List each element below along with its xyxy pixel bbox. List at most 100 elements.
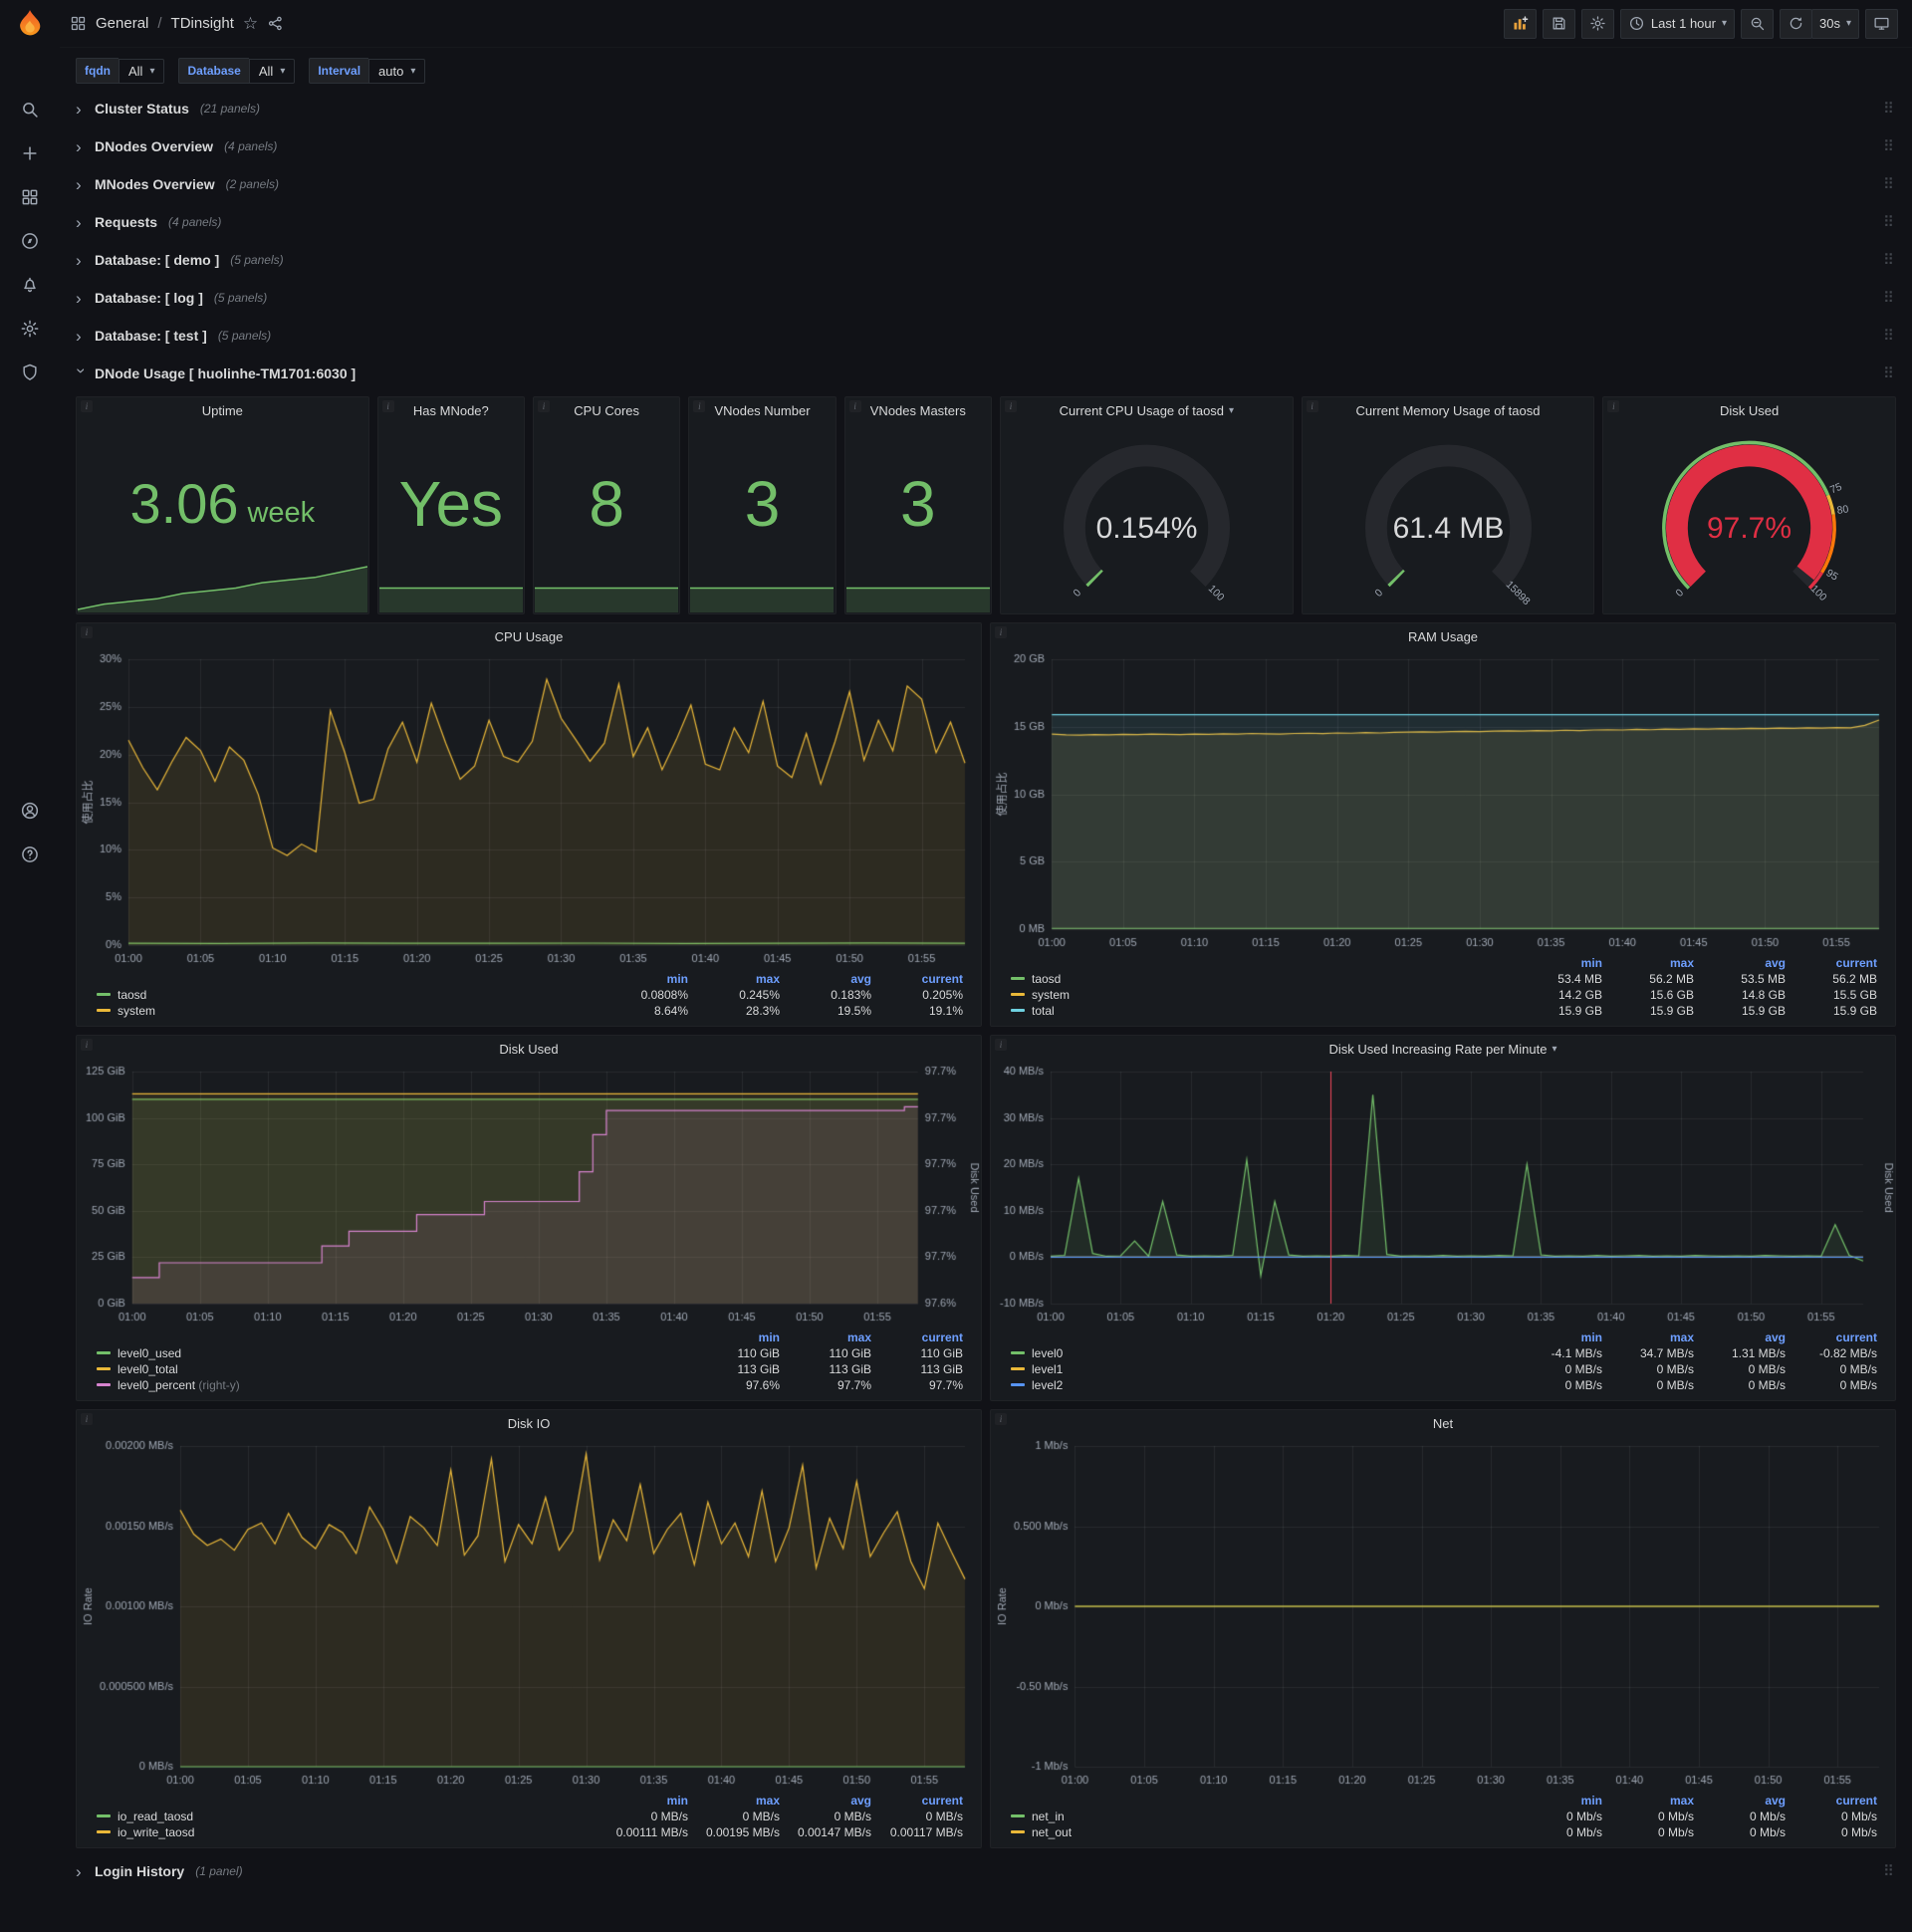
alerting-bell-icon[interactable]	[8, 266, 52, 304]
legend-column-header[interactable]: max	[1606, 955, 1698, 971]
legend-series[interactable]: level0_used 110 GiB 110 GiB 110 GiB	[97, 1345, 967, 1361]
favorite-star-icon[interactable]: ☆	[243, 14, 258, 34]
series-name[interactable]: net_out	[1032, 1825, 1072, 1839]
grafana-logo-icon[interactable]	[13, 8, 47, 45]
dashboard-settings-button[interactable]	[1580, 8, 1614, 39]
legend-column-header[interactable]: max	[692, 971, 784, 987]
panel-title[interactable]: Net	[991, 1410, 1895, 1436]
series-name[interactable]: io_write_taosd	[118, 1825, 194, 1839]
variable-interval[interactable]: Interval auto ▾	[309, 58, 426, 84]
panel-title[interactable]: Current CPU Usage of taosd ▾	[1001, 397, 1293, 423]
legend-column-header[interactable]: min	[1515, 1793, 1606, 1809]
legend-column-header[interactable]: avg	[1698, 1329, 1790, 1345]
row-requests[interactable]: › Requests (4 panels) ⠿	[76, 207, 1896, 237]
panel-info-icon[interactable]: i	[995, 1413, 1007, 1425]
legend-column-header[interactable]: min	[692, 1329, 784, 1345]
legend-series[interactable]: level0_percent (right-y) 97.6% 97.7% 97.7%	[97, 1377, 967, 1393]
panel-info-icon[interactable]: i	[693, 400, 706, 412]
drag-handle-icon[interactable]: ⠿	[1883, 213, 1894, 231]
legend-series[interactable]: level2 0 MB/s 0 MB/s 0 MB/s 0 MB/s	[1011, 1377, 1881, 1393]
legend-series[interactable]: net_out 0 Mb/s 0 Mb/s 0 Mb/s 0 Mb/s	[1011, 1824, 1881, 1840]
legend-column-header[interactable]: avg	[1698, 955, 1790, 971]
chart-canvas[interactable]	[77, 1062, 981, 1329]
variable-value-dropdown[interactable]: All ▾	[248, 58, 296, 84]
legend-column-header[interactable]: current	[1790, 1793, 1881, 1809]
dashboards-icon[interactable]	[8, 178, 52, 216]
user-avatar[interactable]	[8, 792, 52, 830]
legend-series[interactable]: level1 0 MB/s 0 MB/s 0 MB/s 0 MB/s	[1011, 1361, 1881, 1377]
variable-value-dropdown[interactable]: auto ▾	[368, 58, 426, 84]
series-name[interactable]: level0	[1032, 1346, 1063, 1360]
breadcrumb-page-title[interactable]: TDinsight	[171, 15, 234, 32]
legend-series[interactable]: level0_total 113 GiB 113 GiB 113 GiB	[97, 1361, 967, 1377]
legend-column-header[interactable]: max	[692, 1793, 784, 1809]
legend-column-header[interactable]: max	[1606, 1329, 1698, 1345]
legend-column-header[interactable]: max	[784, 1329, 875, 1345]
legend-series[interactable]: level0 -4.1 MB/s 34.7 MB/s 1.31 MB/s -0.82 M…	[1011, 1345, 1881, 1361]
cycle-view-button[interactable]	[1865, 8, 1898, 39]
panel-title[interactable]: CPU Usage	[77, 623, 981, 649]
panel-info-icon[interactable]: i	[538, 400, 550, 412]
legend-series[interactable]: system 14.2 GB 15.6 GB 14.8 GB 15.5 GB	[1011, 987, 1881, 1003]
drag-handle-icon[interactable]: ⠿	[1883, 100, 1894, 118]
panel-title[interactable]: VNodes Masters	[845, 397, 991, 423]
chart-canvas[interactable]	[991, 1062, 1895, 1329]
create-plus-icon[interactable]	[8, 134, 52, 172]
row-login-history[interactable]: › Login History (1 panel) ⠿	[76, 1856, 1896, 1886]
variable-value-dropdown[interactable]: All ▾	[119, 58, 165, 84]
panel-title[interactable]: CPU Cores	[534, 397, 679, 423]
panel-title[interactable]: Disk IO	[77, 1410, 981, 1436]
drag-handle-icon[interactable]: ⠿	[1883, 327, 1894, 345]
series-name[interactable]: system	[118, 1004, 155, 1018]
drag-handle-icon[interactable]: ⠿	[1883, 1862, 1894, 1880]
panel-info-icon[interactable]: i	[1607, 400, 1620, 412]
chart-canvas[interactable]	[77, 1436, 981, 1793]
row-database-demo[interactable]: › Database: [ demo ] (5 panels) ⠿	[76, 245, 1896, 275]
legend-column-header[interactable]: avg	[1698, 1793, 1790, 1809]
series-name[interactable]: level2	[1032, 1378, 1063, 1392]
panel-title[interactable]: Disk Used Increasing Rate per Minute ▾	[991, 1036, 1895, 1062]
legend-series[interactable]: taosd 53.4 MB 56.2 MB 53.5 MB 56.2 MB	[1011, 971, 1881, 987]
legend-column-header[interactable]: avg	[784, 971, 875, 987]
series-name[interactable]: total	[1032, 1004, 1055, 1018]
legend-series[interactable]: net_in 0 Mb/s 0 Mb/s 0 Mb/s 0 Mb/s	[1011, 1809, 1881, 1824]
legend-column-header[interactable]: max	[1606, 1793, 1698, 1809]
panel-info-icon[interactable]: i	[995, 626, 1007, 638]
legend-series[interactable]: total 15.9 GB 15.9 GB 15.9 GB 15.9 GB	[1011, 1003, 1881, 1019]
legend-column-header[interactable]: current	[875, 971, 967, 987]
panel-info-icon[interactable]: i	[381, 400, 394, 412]
panel-title[interactable]: VNodes Number	[689, 397, 835, 423]
legend-column-header[interactable]: current	[875, 1329, 967, 1345]
panel-info-icon[interactable]: i	[848, 400, 861, 412]
drag-handle-icon[interactable]: ⠿	[1883, 137, 1894, 155]
legend-column-header[interactable]: min	[600, 971, 692, 987]
panel-info-icon[interactable]: i	[81, 1039, 93, 1051]
breadcrumb-section[interactable]: General	[96, 15, 148, 32]
series-name[interactable]: system	[1032, 988, 1070, 1002]
chart-canvas[interactable]	[991, 1436, 1895, 1793]
panel-info-icon[interactable]: i	[995, 1039, 1007, 1051]
panel-title[interactable]: Disk Used	[77, 1036, 981, 1062]
drag-handle-icon[interactable]: ⠿	[1883, 251, 1894, 269]
drag-handle-icon[interactable]: ⠿	[1883, 289, 1894, 307]
row-database-log[interactable]: › Database: [ log ] (5 panels) ⠿	[76, 283, 1896, 313]
panel-title[interactable]: Uptime	[77, 397, 368, 423]
panel-info-icon[interactable]: i	[1004, 400, 1017, 412]
legend-series[interactable]: io_read_taosd 0 MB/s 0 MB/s 0 MB/s 0 MB/s	[97, 1809, 967, 1824]
save-dashboard-button[interactable]	[1542, 8, 1575, 39]
panel-title[interactable]: Disk Used	[1603, 397, 1895, 423]
explore-compass-icon[interactable]	[8, 222, 52, 260]
row-mnodes-overview[interactable]: › MNodes Overview (2 panels) ⠿	[76, 169, 1896, 199]
refresh-button[interactable]	[1780, 8, 1812, 39]
series-name[interactable]: level0_total	[118, 1362, 178, 1376]
legend-column-header[interactable]: min	[600, 1793, 692, 1809]
row-database-test[interactable]: › Database: [ test ] (5 panels) ⠿	[76, 321, 1896, 351]
admin-shield-icon[interactable]	[8, 354, 52, 391]
legend-column-header[interactable]: current	[875, 1793, 967, 1809]
legend-column-header[interactable]: min	[1515, 955, 1606, 971]
panel-info-icon[interactable]: i	[81, 626, 93, 638]
legend-series[interactable]: taosd 0.0808% 0.245% 0.183% 0.205%	[97, 987, 967, 1003]
chart-canvas[interactable]	[991, 649, 1895, 955]
share-icon[interactable]	[267, 15, 284, 32]
drag-handle-icon[interactable]: ⠿	[1883, 364, 1894, 382]
